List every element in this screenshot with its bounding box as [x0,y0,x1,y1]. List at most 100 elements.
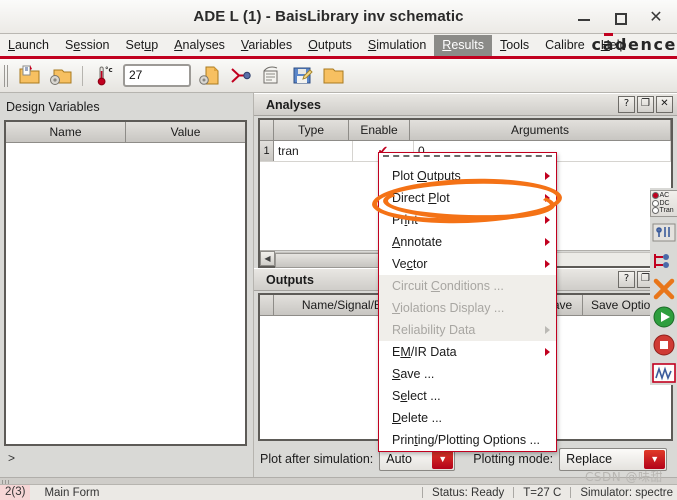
submenu-arrow-icon [545,326,550,334]
menu-item-label: EM/IR Data [392,345,457,359]
menu-calibre[interactable]: Calibre [537,35,593,56]
column-header-value: Value [170,125,201,139]
menu-item-label: Reliability Data [392,323,476,337]
chevron-down-icon[interactable]: ▼ [432,449,454,469]
help-icon[interactable]: ? [618,96,635,113]
menu-item-label: Printing/Plotting Options ... [392,433,541,447]
tear-off-handle[interactable] [383,155,552,164]
menu-item-delete[interactable]: Delete ... [379,407,556,429]
status-divider [513,487,515,498]
edit-netlist-icon[interactable] [290,63,315,88]
status-bar: 2(3) Main Form Status: Ready T=27 C Simu… [0,484,677,500]
menu-item-print[interactable]: Print [379,209,556,231]
radio-dot-icon[interactable] [651,199,659,207]
analysis-type-radios[interactable]: AC DC Tran [649,190,677,217]
menu-results[interactable]: Results [434,34,492,56]
watermark: CSDN @味甜 [584,470,663,484]
column-header-name: Name [6,122,126,142]
design-variables-title: Design Variables [6,100,100,114]
open-results-icon[interactable] [321,63,346,88]
minimize-button[interactable] [577,10,591,24]
menu-launch[interactable]: Launch [0,35,57,56]
menu-item-direct-plot[interactable]: Direct Plot [379,187,556,209]
status-form-label: Main Form [44,486,100,499]
main-content: Design Variables Name Value > Analyses ?… [0,93,677,477]
menu-item-annotate[interactable]: Annotate [379,231,556,253]
main-toolbar: °c 27 [0,59,677,93]
menu-item-select[interactable]: Select ... [379,385,556,407]
waveform-icon[interactable] [651,361,676,385]
results-dropdown-menu[interactable]: Plot Outputs Direct Plot Print Annotate … [378,152,557,452]
menu-outputs[interactable]: Outputs [300,35,360,56]
submenu-arrow-icon [545,238,550,246]
delete-x-icon[interactable] [652,277,676,301]
submenu-arrow-icon [545,348,550,356]
status-temperature-label: T=27 C [523,486,562,499]
temperature-icon: °c [92,63,117,88]
print-icon[interactable] [259,63,284,88]
analyses-panel-buttons: ? ❐ ✕ [618,96,677,113]
design-variables-header: Name Value [6,122,245,143]
radio-dc-label: DC [659,199,670,207]
close-button[interactable]: ✕ [649,8,663,24]
analyses-panel-title: Analyses [266,97,321,112]
column-header-type: Type [274,120,349,140]
undock-icon[interactable]: ❐ [637,96,654,113]
status-divider [570,487,572,498]
submenu-arrow-icon [545,216,550,224]
run-simulation-icon[interactable] [652,305,676,329]
netlist-icon[interactable] [228,63,253,88]
menu-item-label: Save ... [392,367,435,381]
menu-item-label: Direct Plot [392,191,450,205]
stop-simulation-icon[interactable] [652,333,676,357]
row-number-header [260,120,274,140]
radio-tran[interactable]: Tran [651,207,677,215]
side-toolbar: AC DC Tran [649,188,677,385]
menu-session[interactable]: Session [57,35,117,56]
menu-item-plot-outputs[interactable]: Plot Outputs [379,165,556,187]
settings-icon[interactable] [652,221,676,245]
design-variables-table[interactable]: Name Value [4,120,247,446]
design-variables-rows[interactable] [6,143,245,444]
menu-tools[interactable]: Tools [492,35,537,56]
submenu-arrow-icon [545,194,550,202]
radio-ac[interactable]: AC [651,192,677,200]
menu-item-vector[interactable]: Vector [379,253,556,275]
cell-type[interactable]: tran [274,141,353,161]
close-icon[interactable]: ✕ [656,96,673,113]
menu-bar: Launch Session Setup Analyses Variables … [0,34,677,59]
outputs-panel-title: Outputs [266,272,314,287]
menu-item-label: Plot Outputs [392,169,461,183]
plotting-mode-label: Plotting mode: [473,452,554,466]
command-prompt[interactable]: > [0,446,253,477]
radio-tran-label: Tran [659,207,674,214]
help-icon[interactable]: ? [618,271,635,288]
radio-dot-icon[interactable] [651,192,659,200]
radio-dc[interactable]: DC [651,199,677,208]
temperature-input[interactable]: 27 [123,64,191,87]
menu-variables[interactable]: Variables [233,35,300,56]
menu-setup[interactable]: Setup [118,35,167,56]
node-probe-icon[interactable] [652,249,676,273]
menu-item-em-ir-data[interactable]: EM/IR Data [379,341,556,363]
maximize-button[interactable] [613,10,627,25]
radio-ac-label: AC [659,192,670,199]
menu-simulation[interactable]: Simulation [360,35,434,56]
submenu-arrow-icon [545,172,550,180]
open-design-icon[interactable] [17,63,42,88]
setup-design-icon[interactable] [48,63,73,88]
chevron-down-icon[interactable]: ▼ [644,449,666,469]
toolbar-grip[interactable] [4,64,9,87]
toolbar-separator [82,65,83,86]
menu-item-label: Annotate [392,235,443,249]
radio-dot-icon[interactable] [651,207,659,215]
menu-item-label: Delete ... [392,411,443,425]
menu-analyses[interactable]: Analyses [166,35,233,56]
menu-item-label: Print [392,213,418,227]
column-header-enable: Enable [349,120,410,140]
menu-item-label: Circuit Conditions ... [392,279,504,293]
menu-item-printing-plotting-options[interactable]: Printing/Plotting Options ... [379,429,556,451]
copy-design-icon[interactable] [197,63,222,88]
scroll-left-icon[interactable]: ◀ [260,251,275,266]
menu-item-save[interactable]: Save ... [379,363,556,385]
